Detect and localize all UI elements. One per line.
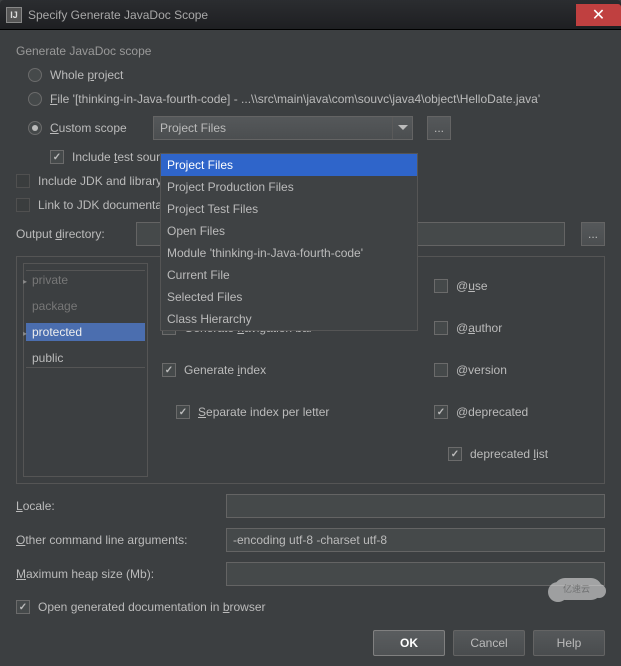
section-title: Generate JavaDoc scope — [16, 44, 605, 58]
titlebar: IJ Specify Generate JavaDoc Scope ✕ — [0, 0, 621, 30]
check-open-browser[interactable] — [16, 600, 30, 614]
dropdown-item-module[interactable]: Module 'thinking-in-Java-fourth-code' — [161, 242, 417, 264]
label-whole-project[interactable]: Whole project — [50, 68, 123, 82]
label-max-heap: Maximum heap size (Mb): — [16, 567, 216, 581]
check-include-jdk — [16, 174, 30, 188]
max-heap-input[interactable] — [226, 562, 605, 586]
locale-input[interactable] — [226, 494, 605, 518]
label-index[interactable]: Generate index — [184, 363, 266, 377]
check-separate-index[interactable] — [176, 405, 190, 419]
cancel-button[interactable]: Cancel — [453, 630, 525, 656]
label-separate-index[interactable]: Separate index per letter — [198, 405, 329, 419]
window-title: Specify Generate JavaDoc Scope — [28, 8, 208, 22]
radio-custom-scope[interactable] — [28, 121, 42, 135]
label-other-args: Other command line arguments: — [16, 533, 216, 547]
dropdown-item-classhier[interactable]: Class Hierarchy — [161, 308, 417, 330]
close-button[interactable]: ✕ — [576, 4, 621, 26]
label-file[interactable]: File '[thinking-in-Java-fourth-code] - .… — [50, 92, 540, 106]
access-public[interactable]: public — [26, 349, 145, 368]
access-protected[interactable]: protected — [26, 323, 145, 341]
check-link-jdk — [16, 198, 30, 212]
scope-dropdown[interactable]: Project Files — [153, 116, 413, 140]
dropdown-item-project-files[interactable]: Project Files — [161, 154, 417, 176]
access-private[interactable]: private — [26, 270, 145, 289]
check-index[interactable] — [162, 363, 176, 377]
dropdown-item-test[interactable]: Project Test Files — [161, 198, 417, 220]
label-author[interactable]: @author — [456, 321, 502, 335]
dropdown-arrow-icon[interactable] — [392, 117, 412, 139]
scope-dropdown-menu: Project Files Project Production Files P… — [160, 153, 418, 331]
label-custom-scope[interactable]: Custom scope — [50, 121, 145, 135]
app-icon: IJ — [6, 7, 22, 23]
label-open-browser[interactable]: Open generated documentation in browser — [38, 600, 266, 614]
label-version[interactable]: @version — [456, 363, 507, 377]
ok-button[interactable]: OK — [373, 630, 445, 656]
dropdown-item-selected[interactable]: Selected Files — [161, 286, 417, 308]
radio-whole-project[interactable] — [28, 68, 42, 82]
radio-file[interactable] — [28, 92, 42, 106]
check-deprecated[interactable] — [434, 405, 448, 419]
label-locale: Locale: — [16, 499, 216, 513]
label-use[interactable]: @use — [456, 279, 488, 293]
access-package[interactable]: package — [26, 297, 145, 315]
check-use[interactable] — [434, 279, 448, 293]
label-deprecated[interactable]: @deprecated — [456, 405, 528, 419]
dropdown-item-production[interactable]: Project Production Files — [161, 176, 417, 198]
label-deprecated-list[interactable]: deprecated list — [470, 447, 548, 461]
check-deprecated-list[interactable] — [448, 447, 462, 461]
label-output-dir: Output directory: — [16, 227, 126, 241]
check-version[interactable] — [434, 363, 448, 377]
scope-dropdown-value: Project Files — [160, 121, 226, 135]
scope-browse-button[interactable]: ... — [427, 116, 451, 140]
output-browse-button[interactable]: ... — [581, 222, 605, 246]
dropdown-item-current[interactable]: Current File — [161, 264, 417, 286]
dropdown-item-open[interactable]: Open Files — [161, 220, 417, 242]
check-author[interactable] — [434, 321, 448, 335]
access-slider[interactable]: private package protected public — [23, 263, 148, 477]
other-args-input[interactable] — [226, 528, 605, 552]
check-include-test[interactable] — [50, 150, 64, 164]
help-button[interactable]: Help — [533, 630, 605, 656]
